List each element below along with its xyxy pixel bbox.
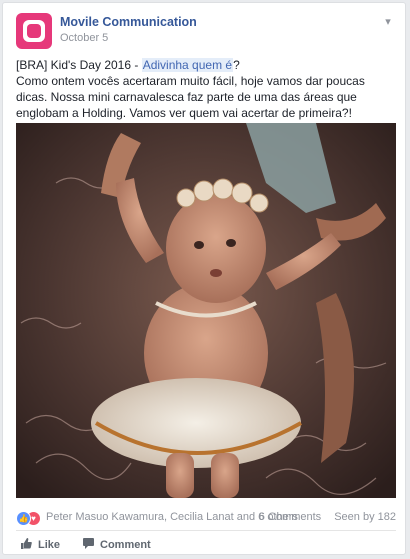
- reactions-bar: 👍 ♥ Peter Masuo Kawamura, Cecilia Lanat …: [16, 510, 396, 526]
- page-name-link[interactable]: Movile Communication: [60, 15, 197, 29]
- chevron-down-icon[interactable]: ▾: [380, 14, 396, 30]
- post-timestamp[interactable]: October 5: [60, 32, 108, 44]
- post-actions: Like Comment: [16, 536, 396, 554]
- like-button[interactable]: Like: [20, 536, 60, 554]
- post-message-body: Como ontem vocês acertaram muito fácil, …: [16, 74, 365, 120]
- actions-divider: [16, 530, 396, 531]
- seen-count-link[interactable]: Seen by 182: [334, 511, 396, 523]
- post-header: Movile Communication October 5 ▾: [16, 13, 396, 49]
- post-title-suffix: ?: [233, 58, 240, 72]
- comments-count-link[interactable]: 6 Comments: [259, 511, 321, 523]
- post-card: Movile Communication October 5 ▾ [BRA] K…: [2, 2, 406, 555]
- post-photo[interactable]: [16, 123, 396, 498]
- comment-bubble-icon: [83, 538, 94, 549]
- post-title-prefix: [BRA] Kid's Day 2016 -: [16, 58, 142, 72]
- post-message: [BRA] Kid's Day 2016 - Adivinha quem é? …: [16, 57, 394, 121]
- baby-photo-illustration: [16, 123, 396, 498]
- like-icon: 👍: [16, 511, 31, 526]
- post-message-line1: [BRA] Kid's Day 2016 - Adivinha quem é?: [16, 57, 394, 73]
- page-avatar[interactable]: [16, 13, 52, 49]
- reaction-icons[interactable]: 👍 ♥: [16, 511, 42, 526]
- comment-button-label: Comment: [100, 539, 151, 551]
- thumbs-up-icon: [21, 538, 32, 549]
- hashtag-highlight[interactable]: Adivinha quem é: [141, 58, 234, 72]
- avatar-logo-ring: [23, 20, 45, 42]
- comment-button[interactable]: Comment: [82, 536, 151, 554]
- reaction-stats: 6 Comments Seen by 182: [249, 511, 396, 523]
- avatar-logo-core: [27, 24, 41, 38]
- like-button-label: Like: [38, 539, 61, 551]
